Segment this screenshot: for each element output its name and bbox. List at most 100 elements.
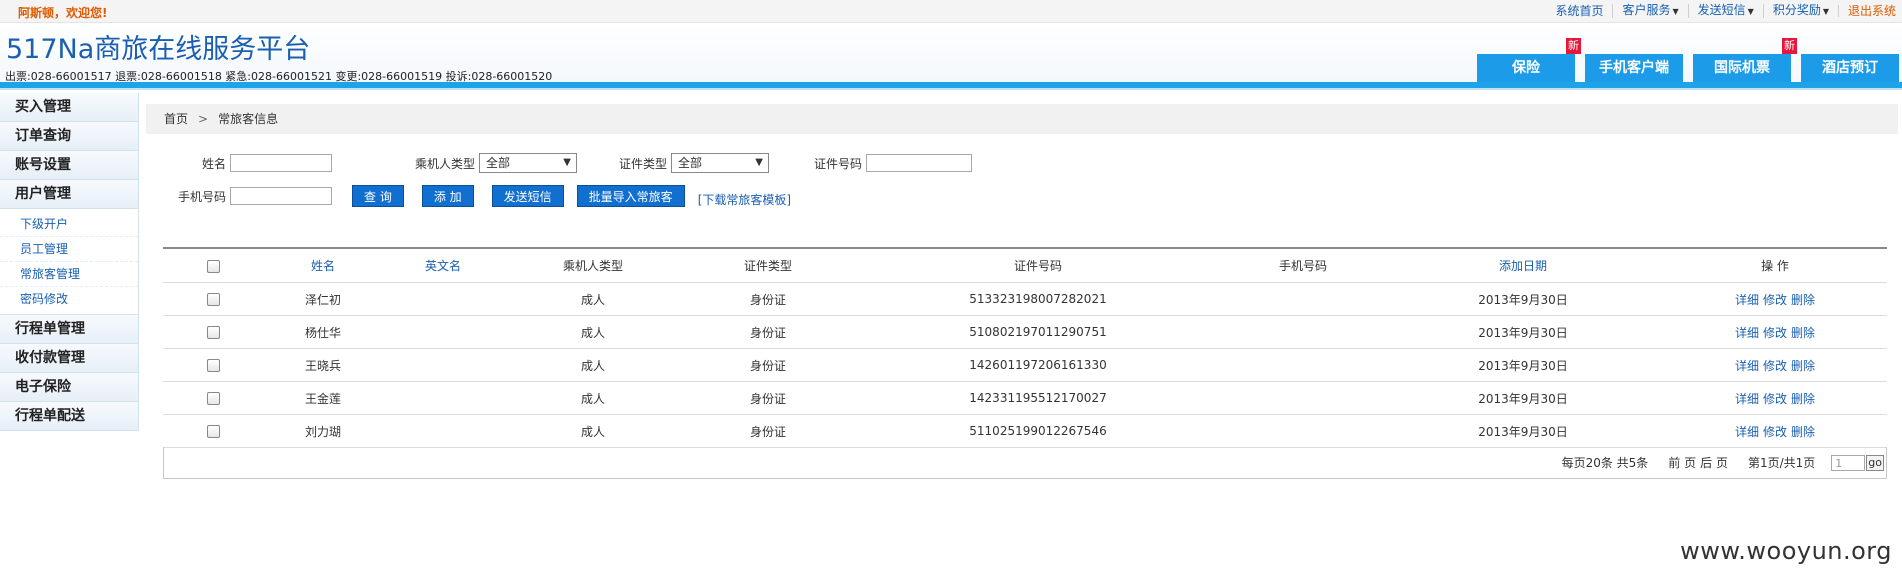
sidebar-subitem-password[interactable]: 密码修改: [0, 287, 138, 311]
breadcrumb-current: 常旅客信息: [218, 112, 279, 126]
name-label: 姓名: [201, 156, 226, 171]
cell-name: 王晓兵: [304, 358, 341, 373]
passenger-type-label: 乘机人类型: [414, 156, 475, 171]
delete-link[interactable]: 删除: [1791, 392, 1815, 406]
top-link-customer-service[interactable]: 客户服务 ▼: [1612, 4, 1687, 18]
delete-link[interactable]: 删除: [1791, 425, 1815, 439]
cell-passenger-type: 成人: [580, 424, 605, 439]
send-sms-button[interactable]: 发送短信: [491, 185, 564, 207]
bulk-import-button[interactable]: 批量导入常旅客: [576, 185, 685, 207]
table-row: 杨仕华 成人 身份证 510802197011290751 2013年9月30日…: [163, 316, 1887, 349]
search-row-1: 姓名 乘机人类型 全部 ▼ 证件类型 全部 ▼ 证件号码: [146, 153, 972, 173]
caret-down-icon: ▼: [1672, 7, 1679, 16]
caret-down-icon: ▼: [1747, 7, 1754, 16]
edit-link[interactable]: 修改: [1763, 293, 1787, 307]
sidebar-subitem-frequent-travelers[interactable]: 常旅客管理: [0, 262, 138, 287]
edit-link[interactable]: 修改: [1763, 359, 1787, 373]
id-type-select[interactable]: 全部 ▼: [671, 153, 769, 173]
edit-link[interactable]: 修改: [1763, 425, 1787, 439]
nav-insurance-button[interactable]: 保险 新: [1477, 38, 1581, 82]
row-checkbox[interactable]: [206, 359, 220, 372]
passenger-type-select[interactable]: 全部 ▼: [479, 153, 577, 173]
phone-input[interactable]: [230, 187, 332, 205]
add-button[interactable]: 添 加: [421, 185, 474, 207]
column-header-id-type: 证件类型: [743, 259, 792, 273]
sidebar-item-payments[interactable]: 收付款管理: [0, 344, 138, 373]
table-header-row: 姓名 英文名 乘机人类型 证件类型 证件号码 手机号码 添加日期 操 作: [163, 249, 1887, 283]
cell-id-type: 身份证: [749, 325, 786, 340]
sidebar-submenu: 下级开户 员工管理 常旅客管理 密码修改: [0, 209, 138, 315]
cell-date-added: 2013年9月30日: [1478, 325, 1568, 340]
new-badge: 新: [1566, 38, 1581, 54]
download-template-link[interactable]: [下载常旅客模板]: [698, 191, 791, 208]
column-header-date-added[interactable]: 添加日期: [1383, 257, 1663, 274]
delete-link[interactable]: 删除: [1791, 293, 1815, 307]
sidebar-subitem-staff[interactable]: 员工管理: [0, 237, 138, 262]
row-checkbox[interactable]: [206, 392, 220, 405]
sidebar-item-account-settings[interactable]: 账号设置: [0, 151, 138, 180]
id-type-label: 证件类型: [618, 156, 667, 171]
cell-id-number: 511025199012267546: [969, 424, 1107, 438]
prev-page-link[interactable]: 前 页: [1668, 456, 1696, 470]
new-badge: 新: [1782, 38, 1797, 54]
cell-id-number: 142331195512170027: [969, 391, 1107, 405]
column-header-phone: 手机号码: [1278, 259, 1327, 273]
logout-link[interactable]: 退出系统: [1837, 5, 1902, 17]
sidebar: 买入管理 订单查询 账号设置 用户管理 下级开户 员工管理 常旅客管理 密码修改…: [0, 93, 139, 431]
edit-link[interactable]: 修改: [1763, 392, 1787, 406]
nav-mobile-client-button[interactable]: 手机客户端: [1585, 54, 1683, 82]
chevron-right-icon: >: [198, 112, 209, 126]
header-nav: 保险 新 手机客户端 国际机票 新 酒店预订: [1467, 38, 1899, 82]
phone-label: 手机号码: [177, 189, 226, 204]
sidebar-item-itinerary-delivery[interactable]: 行程单配送: [0, 402, 138, 431]
nav-hotel-booking-button[interactable]: 酒店预订: [1801, 54, 1899, 82]
sidebar-item-user-management[interactable]: 用户管理: [0, 180, 138, 209]
detail-link[interactable]: 详细: [1735, 326, 1759, 340]
go-button[interactable]: go: [1866, 454, 1884, 471]
row-checkbox[interactable]: [206, 326, 220, 339]
traveler-table: 姓名 英文名 乘机人类型 证件类型 证件号码 手机号码 添加日期 操 作 泽仁初…: [163, 247, 1887, 448]
column-header-id-number: 证件号码: [1013, 259, 1062, 273]
delete-link[interactable]: 删除: [1791, 326, 1815, 340]
page-indicator: 第1页/共1页: [1747, 456, 1816, 470]
cell-actions: 详细 修改 删除: [1663, 291, 1887, 308]
edit-link[interactable]: 修改: [1763, 326, 1787, 340]
detail-link[interactable]: 详细: [1735, 425, 1759, 439]
top-link-points[interactable]: 积分奖励 ▼: [1762, 4, 1838, 18]
sidebar-subitem-sub-account[interactable]: 下级开户: [0, 212, 138, 237]
detail-link[interactable]: 详细: [1735, 392, 1759, 406]
id-number-input[interactable]: [866, 154, 972, 172]
top-link-home[interactable]: 系统首页: [1546, 5, 1612, 17]
column-header-name[interactable]: 姓名: [263, 257, 383, 274]
sidebar-item-e-insurance[interactable]: 电子保险: [0, 373, 138, 402]
cell-id-type: 身份证: [749, 391, 786, 406]
cell-name: 刘力瑚: [304, 424, 341, 439]
top-link-send-sms[interactable]: 发送短信 ▼: [1687, 4, 1763, 18]
breadcrumb: 首页 > 常旅客信息: [146, 104, 1898, 134]
sidebar-item-purchase[interactable]: 买入管理: [0, 93, 138, 122]
delete-link[interactable]: 删除: [1791, 359, 1815, 373]
breadcrumb-home[interactable]: 首页: [164, 104, 188, 134]
detail-link[interactable]: 详细: [1735, 293, 1759, 307]
nav-intl-flights-button[interactable]: 国际机票 新: [1693, 38, 1797, 82]
name-input[interactable]: [230, 154, 332, 172]
pagination: 每页20条 共5条 前 页后 页 第1页/共1页 1 go: [163, 447, 1887, 479]
sidebar-item-itinerary[interactable]: 行程单管理: [0, 315, 138, 344]
detail-link[interactable]: 详细: [1735, 359, 1759, 373]
page-number-input[interactable]: 1: [1831, 454, 1866, 471]
column-header-english-name[interactable]: 英文名: [383, 257, 503, 274]
next-page-link[interactable]: 后 页: [1700, 456, 1728, 470]
select-all-checkbox[interactable]: [206, 259, 220, 273]
dropdown-arrow-icon: ▼: [755, 157, 763, 168]
brand-title[interactable]: 517Na商旅在线服务平台: [6, 27, 310, 66]
cell-id-number: 142601197206161330: [969, 358, 1107, 372]
search-row-2: 手机号码 查 询 添 加 发送短信 批量导入常旅客 [下载常旅客模板]: [146, 184, 791, 208]
top-bar: 阿斯顿，欢迎您! 系统首页 客户服务 ▼ 发送短信 ▼ 积分奖励 ▼ 退出系统: [0, 0, 1902, 23]
top-links: 系统首页 客户服务 ▼ 发送短信 ▼ 积分奖励 ▼ 退出系统: [1546, 0, 1902, 22]
row-checkbox[interactable]: [206, 293, 220, 306]
cell-passenger-type: 成人: [580, 292, 605, 307]
row-checkbox[interactable]: [206, 425, 220, 438]
cell-id-number: 513323198007282021: [969, 292, 1107, 306]
sidebar-item-order-query[interactable]: 订单查询: [0, 122, 138, 151]
query-button[interactable]: 查 询: [352, 185, 404, 207]
